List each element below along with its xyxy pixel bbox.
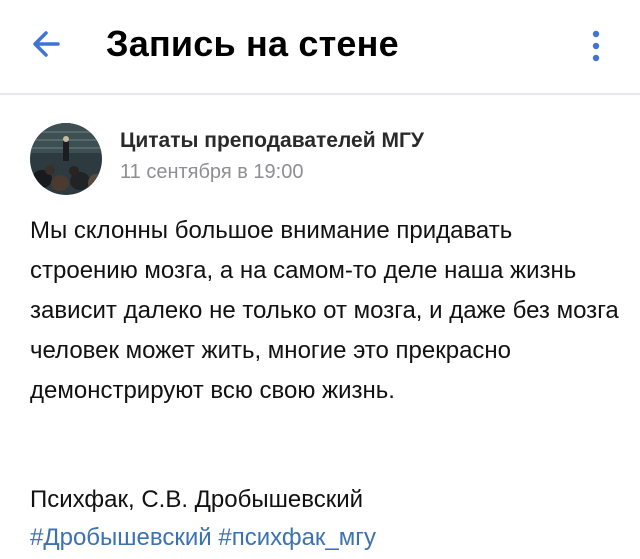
- hashtag-link[interactable]: #Дробышевский: [30, 524, 212, 551]
- post-signature: Психфак, С.В. Дробышевский: [30, 486, 363, 513]
- more-options-button[interactable]: [584, 28, 608, 64]
- avatar[interactable]: [30, 123, 102, 195]
- hashtag-link[interactable]: #психфак_мгу: [218, 524, 376, 551]
- post-timestamp: 11 сентября в 19:00: [120, 161, 304, 183]
- header-divider: [0, 93, 640, 95]
- top-bar: Запись на стене: [0, 0, 640, 92]
- post-text: Мы склонны большое внимание придавать ст…: [30, 217, 619, 404]
- vertical-dots-icon: [592, 30, 600, 62]
- page-title: Запись на стене: [106, 23, 399, 64]
- post-author[interactable]: Цитаты преподавателей МГУ: [120, 128, 424, 154]
- hashtag-list: #Дробышевский #психфак_мгу: [30, 519, 376, 557]
- back-button[interactable]: [26, 22, 70, 66]
- arrow-left-icon: [33, 31, 60, 57]
